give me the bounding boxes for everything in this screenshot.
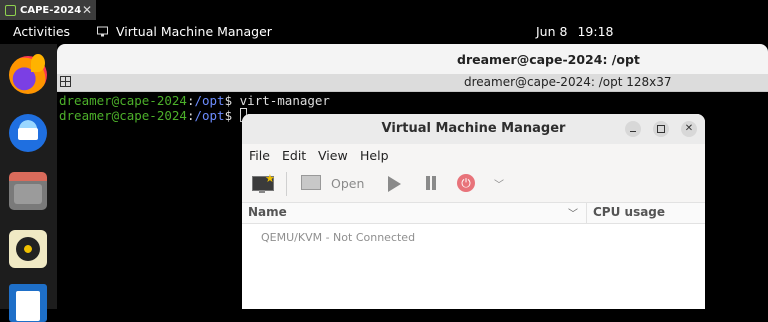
menubar: File Edit View Help: [242, 146, 705, 166]
libreoffice-writer-icon[interactable]: [9, 284, 47, 322]
rhythmbox-icon[interactable]: [9, 230, 47, 268]
vmm-titlebar[interactable]: Virtual Machine Manager ✕: [242, 114, 705, 144]
power-icon[interactable]: ⏻: [457, 174, 475, 192]
app-menu[interactable]: Virtual Machine Manager: [116, 24, 272, 39]
chevron-down-icon[interactable]: ﹀: [494, 176, 504, 191]
toolbar: ★ Open ⏻ ﹀: [242, 168, 705, 200]
virt-manager-window: Virtual Machine Manager ✕ File Edit View…: [242, 114, 705, 309]
clock-date: Jun 8: [536, 24, 568, 39]
terminal-title: dreamer@cape-2024: /opt: [457, 52, 640, 67]
virt-manager-app-icon: [97, 26, 108, 37]
close-icon[interactable]: ✕: [82, 3, 92, 17]
prompt-user: dreamer@cape-2024: [59, 93, 187, 108]
pause-icon[interactable]: [424, 176, 438, 190]
column-cpu-usage[interactable]: CPU usage: [593, 205, 665, 219]
thunderbird-icon[interactable]: [9, 114, 47, 152]
terminal-tab-title: dreamer@cape-2024: /opt 128x37: [464, 75, 672, 89]
new-tab-icon[interactable]: [60, 76, 71, 87]
clock-time: 19:18: [577, 24, 614, 39]
list-header: Name ﹀ CPU usage: [242, 202, 705, 224]
activities-button[interactable]: Activities: [13, 24, 70, 39]
prompt-path: /opt: [194, 108, 225, 123]
menu-help[interactable]: Help: [360, 148, 389, 163]
menu-file[interactable]: File: [249, 148, 270, 163]
menu-edit[interactable]: Edit: [282, 148, 306, 163]
close-button[interactable]: ✕: [681, 121, 697, 137]
terminal-tab[interactable]: dreamer@cape-2024: /opt 128x37: [57, 74, 768, 92]
sort-chevron-icon[interactable]: ﹀: [568, 205, 578, 220]
menu-view[interactable]: View: [318, 148, 348, 163]
minimize-button[interactable]: [625, 121, 641, 137]
vm-tab-icon: [5, 4, 16, 16]
connection-list[interactable]: QEMU/KVM - Not Connected: [242, 224, 705, 309]
new-vm-button[interactable]: ★: [252, 172, 275, 193]
gnome-top-bar: Activities Virtual Machine Manager Jun 8…: [0, 20, 768, 44]
terminal-titlebar[interactable]: dreamer@cape-2024: /opt: [57, 44, 768, 74]
host-tab-label: CAPE-2024: [20, 4, 82, 16]
maximize-button[interactable]: [653, 121, 669, 137]
toolbar-separator: [286, 172, 287, 196]
dock: [0, 44, 57, 322]
list-item[interactable]: QEMU/KVM - Not Connected: [261, 231, 415, 244]
open-button[interactable]: Open: [331, 176, 364, 191]
command: virt-manager: [239, 93, 330, 108]
open-console-icon[interactable]: [301, 175, 321, 190]
prompt-path: /opt: [194, 93, 225, 108]
run-icon[interactable]: [388, 176, 401, 192]
star-icon: ★: [265, 172, 275, 185]
column-divider: [586, 203, 587, 223]
clock[interactable]: Jun 8 19:18: [536, 24, 614, 39]
prompt-symbol: $: [224, 108, 240, 123]
terminal-line: dreamer@cape-2024:/opt$ virt-manager: [59, 93, 330, 108]
firefox-icon[interactable]: [9, 54, 47, 94]
column-name[interactable]: Name: [248, 205, 287, 219]
prompt-symbol: $: [224, 93, 240, 108]
host-tab[interactable]: CAPE-2024 ✕: [0, 0, 96, 20]
monitor-stand: [259, 190, 265, 193]
prompt-user: dreamer@cape-2024: [59, 108, 187, 123]
files-icon[interactable]: [9, 172, 47, 210]
